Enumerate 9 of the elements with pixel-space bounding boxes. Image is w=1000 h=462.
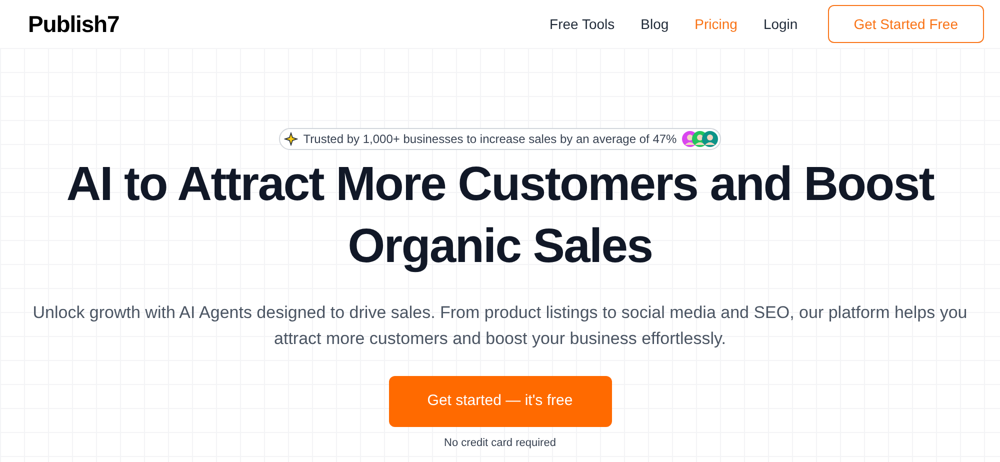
nav-link[interactable]: Login (763, 14, 798, 34)
subheadline: Unlock growth with AI Agents designed to drive sales. From product listings to social media and SEO, our platform helps you attract more customers and boost your business effortlessly. (32, 302, 968, 350)
logo[interactable]: Publish7 (28, 6, 120, 42)
headline: AI to Attract More Customers and Boost Organic Sales (65, 157, 936, 275)
nav-link[interactable]: Free Tools (550, 14, 615, 34)
sparkle-icon (284, 132, 298, 146)
trust-text: Trusted by 1,000+ businesses to increase sales by an average of 47% (303, 131, 677, 148)
cta-note: No credit card required (444, 436, 556, 451)
nav-link[interactable]: Blog (640, 14, 669, 34)
